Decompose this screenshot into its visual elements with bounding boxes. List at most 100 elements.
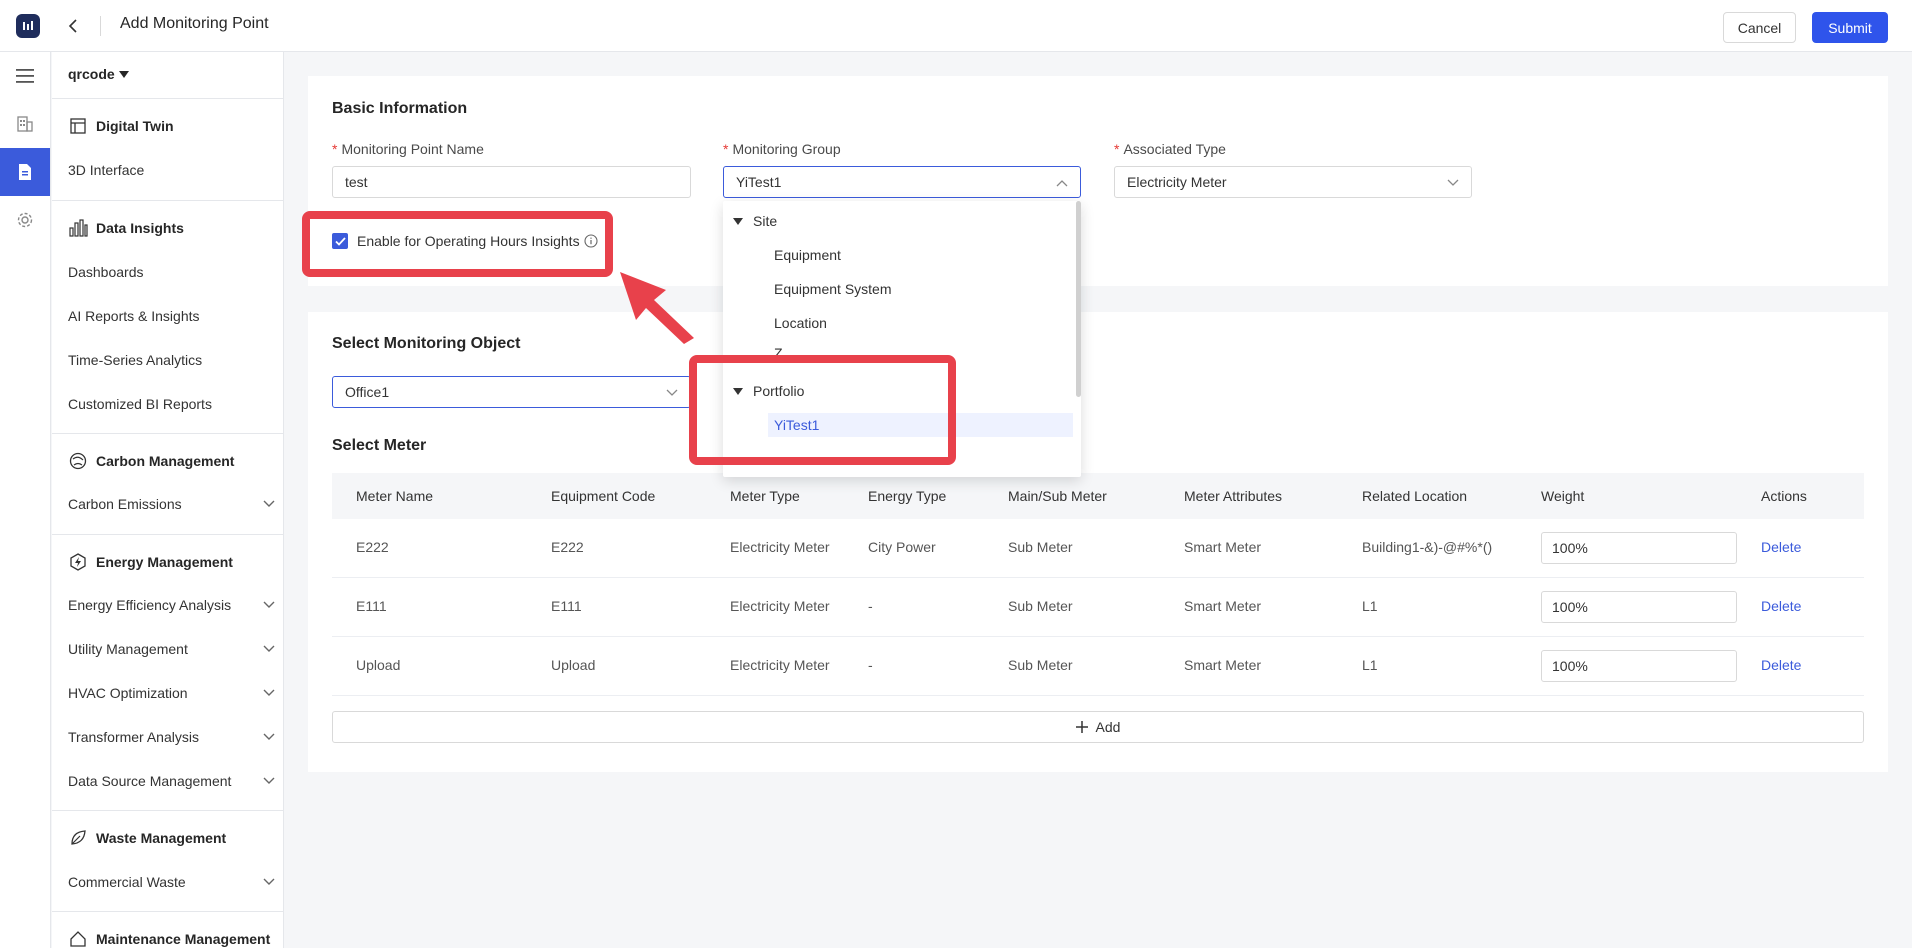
tree-node-label: Equipment [774, 247, 841, 263]
input-value: test [345, 174, 368, 190]
cell-attributes: Smart Meter [1184, 598, 1262, 614]
associated-type-select[interactable]: Electricity Meter [1114, 166, 1472, 198]
leaf-icon [68, 828, 88, 848]
document-icon[interactable] [0, 148, 50, 196]
cell-energy-type: City Power [868, 539, 936, 555]
weight-value: 100% [1552, 658, 1588, 674]
gear-icon[interactable] [0, 196, 50, 244]
nav-item-label: 3D Interface [68, 162, 145, 178]
delete-link[interactable]: Delete [1761, 539, 1801, 555]
chevron-down-icon [262, 875, 276, 889]
tree-node-equipment[interactable]: Equipment [723, 241, 1073, 269]
table-row: Upload Upload Electricity Meter - Sub Me… [332, 637, 1864, 696]
header-divider [100, 16, 101, 36]
monitoring-object-select[interactable]: Office1 [332, 376, 691, 408]
nav-group-title: Carbon Management [96, 453, 235, 469]
nav-item-label: Transformer Analysis [68, 729, 199, 745]
monitoring-object-title: Select Monitoring Object [332, 335, 521, 352]
nav-divider [52, 98, 283, 99]
column-header: Meter Type [730, 488, 800, 504]
nav-item-label: Customized BI Reports [68, 396, 212, 412]
nav-group-energy: Energy Management [68, 552, 233, 572]
tree-node-site[interactable]: Site [723, 207, 1073, 235]
add-meter-button[interactable]: Add [332, 711, 1864, 743]
column-header: Meter Name [356, 488, 434, 504]
table-row: E111 E111 Electricity Meter - Sub Meter … [332, 578, 1864, 637]
plus-icon [1075, 721, 1088, 733]
top-bar: Add Monitoring Point Cancel Submit [0, 0, 1912, 52]
weight-input[interactable]: 100% [1541, 532, 1737, 564]
add-label: Add [1095, 719, 1121, 735]
app-logo [16, 14, 40, 38]
nav-item-3d-interface[interactable]: 3D Interface [68, 162, 276, 178]
energy-icon [68, 552, 88, 572]
tree-node-equipment-system[interactable]: Equipment System [723, 275, 1073, 303]
cell-attributes: Smart Meter [1184, 539, 1262, 555]
nav-divider [52, 200, 283, 201]
cell-equipment-code: E222 [551, 539, 584, 555]
nav-item-commercial-waste[interactable]: Commercial Waste [68, 874, 276, 890]
nav-divider [52, 534, 283, 535]
column-header: Equipment Code [551, 488, 656, 504]
nav-group-title: Energy Management [96, 554, 233, 570]
weight-input[interactable]: 100% [1541, 650, 1737, 682]
caret-down-icon [733, 217, 743, 225]
cell-main-sub: Sub Meter [1008, 598, 1073, 614]
nav-item-time-series[interactable]: Time-Series Analytics [68, 352, 276, 368]
chevron-down-icon [262, 730, 276, 744]
cell-meter-type: Electricity Meter [730, 598, 830, 614]
type-label: * Associated Type [1114, 141, 1226, 157]
tree-node-label: Location [774, 315, 827, 331]
nav-item-carbon-emissions[interactable]: Carbon Emissions [68, 496, 276, 512]
building-icon[interactable] [0, 100, 50, 148]
wrench-house-icon [68, 929, 88, 948]
cell-main-sub: Sub Meter [1008, 657, 1073, 673]
cell-location: L1 [1362, 657, 1378, 673]
cancel-button[interactable]: Cancel [1723, 12, 1796, 43]
monitoring-point-name-input[interactable]: test [332, 166, 691, 198]
cell-meter-name: Upload [356, 657, 401, 673]
nav-item-bi-reports[interactable]: Customized BI Reports [68, 396, 276, 412]
annotation-highlight-checkbox [302, 211, 613, 277]
submit-button[interactable]: Submit [1812, 12, 1888, 43]
cell-location: L1 [1362, 598, 1378, 614]
monitoring-group-select[interactable]: YiTest1 [723, 166, 1081, 198]
cube-icon [68, 116, 88, 136]
chevron-down-icon [666, 384, 678, 400]
back-arrow-icon[interactable] [62, 14, 84, 38]
dropdown-scrollbar[interactable] [1076, 201, 1081, 397]
nav-item-label: HVAC Optimization [68, 685, 188, 701]
tenant-selector[interactable]: qrcode [68, 66, 129, 82]
group-label: * Monitoring Group [723, 141, 841, 157]
nav-item-transformer[interactable]: Transformer Analysis [68, 729, 276, 745]
delete-link[interactable]: Delete [1761, 598, 1801, 614]
nav-item-hvac[interactable]: HVAC Optimization [68, 685, 276, 701]
nav-item-label: Energy Efficiency Analysis [68, 597, 232, 613]
tree-node-location[interactable]: Location [723, 309, 1073, 337]
nav-item-data-source[interactable]: Data Source Management [68, 773, 276, 789]
nav-item-label: Dashboards [68, 264, 144, 280]
cell-energy-type: - [868, 598, 873, 614]
nav-item-ai-reports[interactable]: AI Reports & Insights [68, 308, 276, 324]
select-value: YiTest1 [736, 174, 782, 190]
icon-rail [0, 52, 51, 948]
chevron-down-icon [262, 642, 276, 656]
nav-item-energy-efficiency[interactable]: Energy Efficiency Analysis [68, 597, 276, 613]
column-header: Related Location [1362, 488, 1468, 504]
nav-divider [52, 911, 283, 912]
weight-input[interactable]: 100% [1541, 591, 1737, 623]
cell-energy-type: - [868, 657, 873, 673]
nav-group-title: Digital Twin [96, 118, 174, 134]
menu-toggle-icon[interactable] [0, 52, 50, 100]
nav-group-title: Waste Management [96, 830, 227, 846]
cell-meter-name: E111 [356, 598, 387, 614]
nav-group-waste: Waste Management [68, 828, 226, 848]
cell-meter-type: Electricity Meter [730, 657, 830, 673]
nav-item-dashboards[interactable]: Dashboards [68, 264, 276, 280]
nav-item-label: Carbon Emissions [68, 496, 182, 512]
delete-link[interactable]: Delete [1761, 657, 1801, 673]
nav-item-label: Commercial Waste [68, 874, 186, 890]
weight-value: 100% [1552, 540, 1588, 556]
nav-item-utility[interactable]: Utility Management [68, 641, 276, 657]
nav-group-carbon: Carbon Management [68, 451, 234, 471]
